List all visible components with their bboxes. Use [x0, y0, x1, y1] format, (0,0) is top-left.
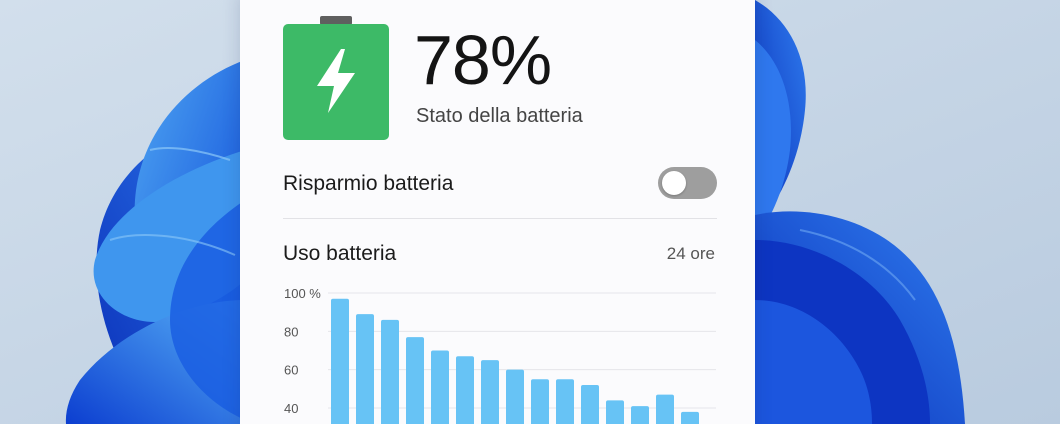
usage-bar: [506, 369, 524, 424]
battery-status-label: Stato della batteria: [416, 105, 583, 127]
usage-bar: [481, 360, 499, 424]
usage-bar: [581, 385, 599, 424]
toggle-knob: [662, 171, 686, 195]
usage-bar: [556, 379, 574, 424]
battery-usage-title: Uso batteria: [283, 242, 397, 265]
battery-saver-label: Risparmio batteria: [283, 172, 454, 195]
usage-bar: [631, 406, 649, 424]
usage-bar: [656, 394, 674, 424]
usage-bar: [406, 337, 424, 424]
usage-range-selector[interactable]: 24 ore: [600, 244, 715, 264]
desktop: 78% Stato della batteria Risparmio batte…: [0, 0, 1060, 424]
battery-percentage: 78%: [414, 21, 552, 99]
usage-bar: [331, 298, 349, 424]
divider: [283, 218, 717, 219]
battery-charging-icon: [283, 16, 389, 140]
y-tick-label: 80: [284, 324, 298, 339]
usage-bar: [456, 356, 474, 424]
usage-bar: [431, 350, 449, 424]
usage-bar: [606, 400, 624, 424]
battery-usage-chart: 100 % 80 60 40: [284, 286, 716, 424]
battery-saver-toggle[interactable]: [658, 167, 717, 199]
usage-bar: [681, 411, 699, 424]
y-tick-label: 60: [284, 363, 298, 378]
y-tick-label: 100 %: [284, 286, 321, 301]
usage-bar: [356, 314, 374, 424]
usage-bar: [531, 379, 549, 424]
y-tick-label: 40: [284, 401, 298, 416]
usage-bar: [381, 319, 399, 424]
